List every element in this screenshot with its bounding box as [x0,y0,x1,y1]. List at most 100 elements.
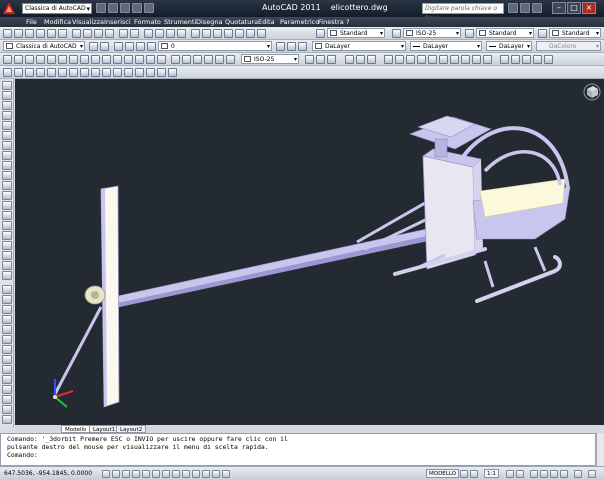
menu-edita[interactable]: Edita [258,18,275,26]
layer-previous-icon[interactable] [287,42,296,51]
open-icon[interactable] [108,3,118,13]
zoom-window-icon[interactable] [166,29,175,38]
binoculars-icon[interactable] [508,3,518,13]
intersect-icon[interactable] [168,68,177,77]
aligned-dim-icon[interactable] [182,55,191,64]
region-icon[interactable] [2,241,12,250]
make-current-icon[interactable] [276,42,285,51]
ortho-icon[interactable] [122,470,130,478]
grid-icon[interactable] [112,470,120,478]
linetype-select[interactable]: DaLayer [410,41,482,51]
clean-screen-icon[interactable] [588,470,596,478]
new-icon[interactable] [3,29,12,38]
view-nw-iso-icon[interactable] [483,55,492,64]
close-button[interactable]: × [582,2,596,14]
view-bottom-icon[interactable] [395,55,404,64]
lineweight-icon[interactable] [192,470,200,478]
tab-modello[interactable]: Modello [61,425,91,433]
workspace-switch-icon[interactable] [530,470,538,478]
star-icon[interactable] [520,3,530,13]
sweep-icon[interactable] [113,68,122,77]
make-block-icon[interactable] [2,201,12,210]
workspace-toolbar-select[interactable]: Classica di AutoCAD [3,41,85,51]
multileader-style-select[interactable]: Standard [549,28,601,38]
properties-icon[interactable] [191,29,200,38]
dim-style-select-2[interactable]: ISO-25 [241,54,299,64]
rotate-icon[interactable] [58,55,67,64]
command-prompt[interactable]: Comando: [7,451,38,459]
cone-icon[interactable] [36,68,45,77]
diameter-icon[interactable] [226,55,235,64]
layer-state-icon[interactable] [298,42,307,51]
polygon-icon[interactable] [2,111,12,120]
array-icon[interactable] [2,325,12,334]
explode-icon[interactable] [2,415,12,424]
scale-icon[interactable] [69,55,78,64]
offset-icon[interactable] [36,55,45,64]
ducs-icon[interactable] [172,470,180,478]
help-icon[interactable] [532,3,542,13]
design-center-icon[interactable] [202,29,211,38]
rotate-icon[interactable] [2,345,12,354]
visual-style-3d-icon[interactable] [511,55,520,64]
redo-icon[interactable] [130,29,139,38]
menu-inserisci[interactable]: Inserisci [104,18,131,26]
polar-icon[interactable] [132,470,140,478]
table-icon[interactable] [2,251,12,260]
draw-order-icon[interactable] [305,55,314,64]
extrude-icon[interactable] [91,68,100,77]
move-icon[interactable] [2,335,12,344]
command-window[interactable]: Comando: '_3dorbit Premere ESC o INVIO p… [0,433,596,466]
arc-length-icon[interactable] [193,55,202,64]
undo-icon[interactable] [132,3,142,13]
quick-view-layouts-icon[interactable] [460,470,468,478]
visual-style-conceptual-icon[interactable] [544,55,553,64]
zoom-previous-icon[interactable] [177,29,186,38]
model-space-button[interactable]: MODELLO [426,469,460,478]
pyramid-icon[interactable] [80,68,89,77]
3d-osnap-icon[interactable] [152,470,160,478]
add-selected-icon[interactable] [2,271,12,280]
tab-layout1[interactable]: Layout1 [89,425,120,433]
line-icon[interactable] [2,81,12,90]
open-icon[interactable] [14,29,23,38]
extend-icon[interactable] [102,55,111,64]
copy-icon[interactable] [83,29,92,38]
circle-icon[interactable] [2,141,12,150]
transparency-icon[interactable] [202,470,210,478]
quick-properties-icon[interactable] [212,470,220,478]
paste-icon[interactable] [94,29,103,38]
pan-icon[interactable] [144,29,153,38]
torus-icon[interactable] [69,68,78,77]
ellipse-icon[interactable] [2,171,12,180]
break-icon[interactable] [2,395,12,404]
union-icon[interactable] [146,68,155,77]
osnap-icon[interactable] [142,470,150,478]
auto-scale-icon[interactable] [516,470,524,478]
maximize-button[interactable]: □ [567,2,581,14]
mtext-icon[interactable] [2,261,12,270]
menu-modifica[interactable]: Modifica [44,18,71,26]
lightbulb-icon[interactable] [125,42,134,51]
wedge-icon[interactable] [25,68,34,77]
calculator-icon[interactable] [246,29,255,38]
hatch-icon[interactable] [2,221,12,230]
view-right-icon[interactable] [417,55,426,64]
bring-front-icon[interactable] [316,55,325,64]
print-icon[interactable] [36,29,45,38]
break-icon[interactable] [113,55,122,64]
gradient-icon[interactable] [2,231,12,240]
selection-cycling-icon[interactable] [222,470,230,478]
revision-cloud-icon[interactable] [2,151,12,160]
qnew-icon[interactable] [96,3,106,13]
view-back-icon[interactable] [439,55,448,64]
workspace-settings-icon[interactable] [89,42,98,51]
save-icon[interactable] [120,3,130,13]
text-style-select[interactable]: Standard [327,28,385,38]
menu-visualizza[interactable]: Visualizza [72,18,104,26]
radius-icon[interactable] [215,55,224,64]
menu-quotatura[interactable]: Quotatura [225,18,258,26]
annotation-visibility-icon[interactable] [506,470,514,478]
point-icon[interactable] [2,211,12,220]
linear-dim-icon[interactable] [171,55,180,64]
